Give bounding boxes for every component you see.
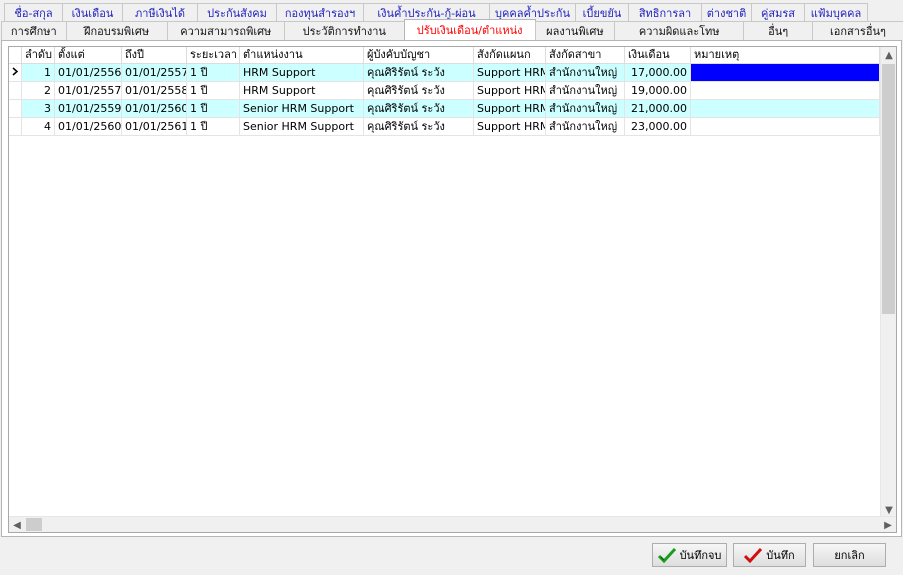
- column-header-4[interactable]: ตำแหน่งงาน: [240, 47, 364, 64]
- cell-period[interactable]: 1 ปี: [187, 100, 240, 118]
- cell-salary[interactable]: 17,000.00: [625, 64, 691, 82]
- tab-tabs_row2-0[interactable]: การศึกษา: [1, 21, 67, 40]
- cell-branch[interactable]: สำนักงานใหญ่: [546, 82, 625, 100]
- cell-salary[interactable]: 19,000.00: [625, 82, 691, 100]
- tab-row-2: การศึกษา ฝึกอบรมพิเศษ ความสามารถพิเศษ ประวั…: [0, 19, 903, 40]
- cell-no[interactable]: 2: [22, 82, 55, 100]
- tab-tabs_row1-10[interactable]: คู่สมรส: [751, 3, 805, 22]
- tab-tabs_row2-4[interactable]: ปรับเงินเดือน/ตำแหน่ง: [403, 19, 536, 40]
- grid-header: ลำดับ ตั้งแต่ ถึงปี ระยะเวลา ตำแหน่งงาน ผู้บั…: [9, 47, 880, 64]
- row-indicator[interactable]: [9, 118, 22, 136]
- column-header-6[interactable]: สังกัดแผนก: [474, 47, 546, 64]
- cell-from[interactable]: 01/01/2556: [55, 64, 122, 82]
- tab-panel: ลำดับ ตั้งแต่ ถึงปี ระยะเวลา ตำแหน่งงาน ผู้บั…: [1, 40, 902, 537]
- table-row[interactable]: 3 01/01/2559 01/01/2560 1 ปี Senior HRM Supp…: [9, 100, 880, 118]
- cell-no[interactable]: 4: [22, 118, 55, 136]
- cell-no[interactable]: 1: [22, 64, 55, 82]
- data-grid[interactable]: ลำดับ ตั้งแต่ ถึงปี ระยะเวลา ตำแหน่งงาน ผู้บั…: [8, 46, 897, 533]
- cell-supervisor[interactable]: คุณศิริรัตน์ ระวัง: [364, 118, 474, 136]
- save-close-button[interactable]: บันทึกจบ: [652, 543, 727, 567]
- cell-dept[interactable]: Support HRM: [474, 100, 546, 118]
- column-header-5[interactable]: ผู้บังคับบัญชา: [364, 47, 474, 64]
- tab-tabs_row1-2[interactable]: ภาษีเงินได้: [122, 3, 198, 22]
- cell-period[interactable]: 1 ปี: [187, 64, 240, 82]
- scroll-left-arrow-icon[interactable]: ◀: [9, 517, 25, 532]
- cancel-button[interactable]: ยกเลิก: [813, 543, 886, 567]
- cell-to[interactable]: 01/01/2558: [122, 82, 187, 100]
- row-indicator[interactable]: [9, 82, 22, 100]
- cell-position[interactable]: Senior HRM Support: [240, 100, 364, 118]
- column-header-8[interactable]: เงินเดือน: [625, 47, 691, 64]
- cell-dept[interactable]: Support HRM: [474, 118, 546, 136]
- column-header-7[interactable]: สังกัดสาขา: [546, 47, 625, 64]
- tab-tabs_row2-6[interactable]: ความผิดและโทษ: [614, 21, 745, 40]
- tab-tabs_row2-1[interactable]: ฝึกอบรมพิเศษ: [65, 21, 168, 40]
- cell-dept[interactable]: Support HRM: [474, 82, 546, 100]
- tab-tabs_row1-8[interactable]: สิทธิการลา: [628, 3, 702, 22]
- cell-note[interactable]: [691, 118, 880, 136]
- scroll-right-arrow-icon[interactable]: ▶: [880, 517, 896, 532]
- cell-supervisor[interactable]: คุณศิริรัตน์ ระวัง: [364, 82, 474, 100]
- horizontal-scrollbar[interactable]: ◀ ▶: [9, 516, 896, 532]
- tab-tabs_row2-3[interactable]: ประวัติการทำงาน: [284, 21, 405, 40]
- cell-branch[interactable]: สำนักงานใหญ่: [546, 64, 625, 82]
- cell-position[interactable]: HRM Support: [240, 82, 364, 100]
- vertical-scrollbar[interactable]: ▲ ▼: [880, 47, 896, 518]
- horizontal-scroll-thumb[interactable]: [26, 518, 42, 531]
- column-header-3[interactable]: ระยะเวลา: [187, 47, 240, 64]
- cell-period[interactable]: 1 ปี: [187, 82, 240, 100]
- cell-dept[interactable]: Support HRM: [474, 64, 546, 82]
- green-check-icon: [657, 547, 676, 563]
- cell-position[interactable]: HRM Support: [240, 64, 364, 82]
- cell-from[interactable]: 01/01/2557: [55, 82, 122, 100]
- tab-tabs_row1-9[interactable]: ต่างชาติ: [701, 3, 752, 22]
- cell-to[interactable]: 01/01/2561: [122, 118, 187, 136]
- vertical-scroll-thumb[interactable]: [882, 64, 895, 314]
- cell-no[interactable]: 3: [22, 100, 55, 118]
- tab-tabs_row2-8[interactable]: เอกสารอื่นๆ: [811, 21, 903, 40]
- tab-tabs_row1-4[interactable]: กองทุนสำรองฯ: [276, 3, 364, 22]
- red-check-icon: [744, 547, 763, 563]
- column-header-2[interactable]: ถึงปี: [122, 47, 187, 64]
- tab-tabs_row1-1[interactable]: เงินเดือน: [62, 3, 123, 22]
- cell-salary[interactable]: 23,000.00: [625, 118, 691, 136]
- row-indicator[interactable]: [9, 100, 22, 118]
- cancel-label: ยกเลิก: [834, 549, 865, 562]
- cell-salary[interactable]: 21,000.00: [625, 100, 691, 118]
- row-indicator[interactable]: [9, 64, 22, 82]
- header-indicator: [9, 47, 22, 64]
- save-button[interactable]: บันทึก: [733, 543, 806, 567]
- current-row-arrow-icon: [12, 64, 19, 81]
- cell-supervisor[interactable]: คุณศิริรัตน์ ระวัง: [364, 64, 474, 82]
- tab-tabs_row1-7[interactable]: เบี้ยขยัน: [575, 3, 629, 22]
- tab-tabs_row2-2[interactable]: ความสามารถพิเศษ: [166, 21, 286, 40]
- column-header-9[interactable]: หมายเหตุ: [691, 47, 880, 64]
- scroll-up-arrow-icon[interactable]: ▲: [881, 47, 896, 63]
- cell-note[interactable]: [691, 64, 880, 82]
- tab-tabs_row1-11[interactable]: แฟ้มบุคคล: [804, 3, 868, 22]
- cell-position[interactable]: Senior HRM Support: [240, 118, 364, 136]
- column-header-0[interactable]: ลำดับ: [22, 47, 55, 64]
- table-row[interactable]: 2 01/01/2557 01/01/2558 1 ปี HRM Support คุณศ…: [9, 82, 880, 100]
- cell-from[interactable]: 01/01/2560: [55, 118, 122, 136]
- cell-supervisor[interactable]: คุณศิริรัตน์ ระวัง: [364, 100, 474, 118]
- cell-note[interactable]: [691, 82, 880, 100]
- cell-to[interactable]: 01/01/2557: [122, 64, 187, 82]
- save-close-label: บันทึกจบ: [679, 549, 722, 562]
- cell-period[interactable]: 1 ปี: [187, 118, 240, 136]
- column-header-1[interactable]: ตั้งแต่: [55, 47, 122, 64]
- cell-from[interactable]: 01/01/2559: [55, 100, 122, 118]
- tab-tabs_row1-0[interactable]: ชื่อ-สกุล: [4, 3, 63, 22]
- cell-branch[interactable]: สำนักงานใหญ่: [546, 100, 625, 118]
- table-row[interactable]: 4 01/01/2560 01/01/2561 1 ปี Senior HRM Supp…: [9, 118, 880, 136]
- tab-tabs_row1-3[interactable]: ประกันสังคม: [197, 3, 277, 22]
- table-row[interactable]: 1 01/01/2556 01/01/2557 1 ปี HRM Support คุณศ…: [9, 64, 880, 82]
- cell-to[interactable]: 01/01/2560: [122, 100, 187, 118]
- cell-note[interactable]: [691, 100, 880, 118]
- save-label: บันทึก: [766, 549, 795, 562]
- cell-branch[interactable]: สำนักงานใหญ่: [546, 118, 625, 136]
- tab-tabs_row2-7[interactable]: อื่นๆ: [743, 21, 813, 40]
- tab-tabs_row2-5[interactable]: ผลงานพิเศษ: [534, 21, 616, 40]
